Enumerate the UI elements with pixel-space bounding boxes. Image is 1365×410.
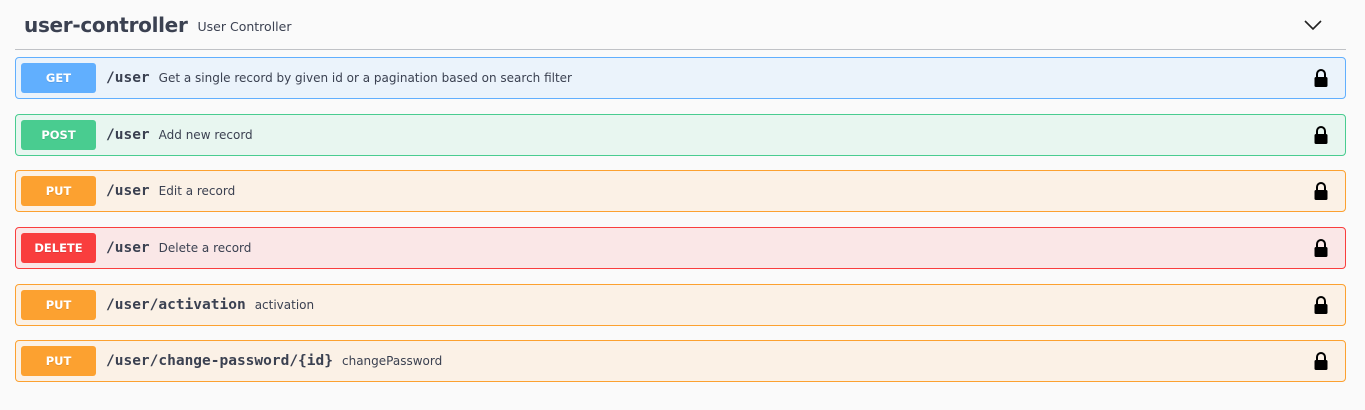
operation-summary: activation: [254, 298, 315, 312]
operation-summary: changePassword: [341, 354, 443, 368]
operation-put-user[interactable]: PUT /user Edit a record: [15, 170, 1346, 212]
operation-delete-user[interactable]: DELETE /user Delete a record: [15, 227, 1346, 269]
tag-name: user-controller: [24, 12, 188, 37]
operation-path: /user: [106, 70, 150, 86]
method-badge: DELETE: [21, 233, 96, 263]
operation-summary: Delete a record: [158, 241, 252, 255]
operation-put-user-change-password[interactable]: PUT /user/change-password/{id} changePas…: [15, 340, 1346, 382]
lock-icon[interactable]: [1313, 181, 1329, 201]
operation-path: /user/change-password/{id}: [106, 353, 333, 369]
lock-icon[interactable]: [1313, 295, 1329, 315]
operation-put-user-activation[interactable]: PUT /user/activation activation: [15, 284, 1346, 326]
lock-icon[interactable]: [1313, 125, 1329, 145]
lock-icon[interactable]: [1313, 68, 1329, 88]
lock-icon[interactable]: [1313, 238, 1329, 258]
chevron-down-icon[interactable]: [1302, 14, 1324, 36]
tag-description: User Controller: [197, 18, 292, 34]
method-badge: GET: [21, 63, 96, 93]
operation-path: /user/activation: [106, 297, 246, 313]
method-badge: POST: [21, 120, 96, 150]
operation-summary: Edit a record: [158, 184, 236, 198]
operation-get-user[interactable]: GET /user Get a single record by given i…: [15, 57, 1346, 99]
operation-summary: Add new record: [158, 128, 253, 142]
method-badge: PUT: [21, 290, 96, 320]
operation-path: /user: [106, 240, 150, 256]
swagger-tag-section: user-controller User Controller GET /use…: [0, 0, 1365, 410]
method-badge: PUT: [21, 346, 96, 376]
lock-icon[interactable]: [1313, 351, 1329, 371]
method-badge: PUT: [21, 176, 96, 206]
operation-post-user[interactable]: POST /user Add new record: [15, 114, 1346, 156]
operation-path: /user: [106, 127, 150, 143]
operation-summary: Get a single record by given id or a pag…: [158, 71, 572, 85]
tag-header[interactable]: user-controller User Controller: [15, 0, 1346, 50]
operation-path: /user: [106, 183, 150, 199]
